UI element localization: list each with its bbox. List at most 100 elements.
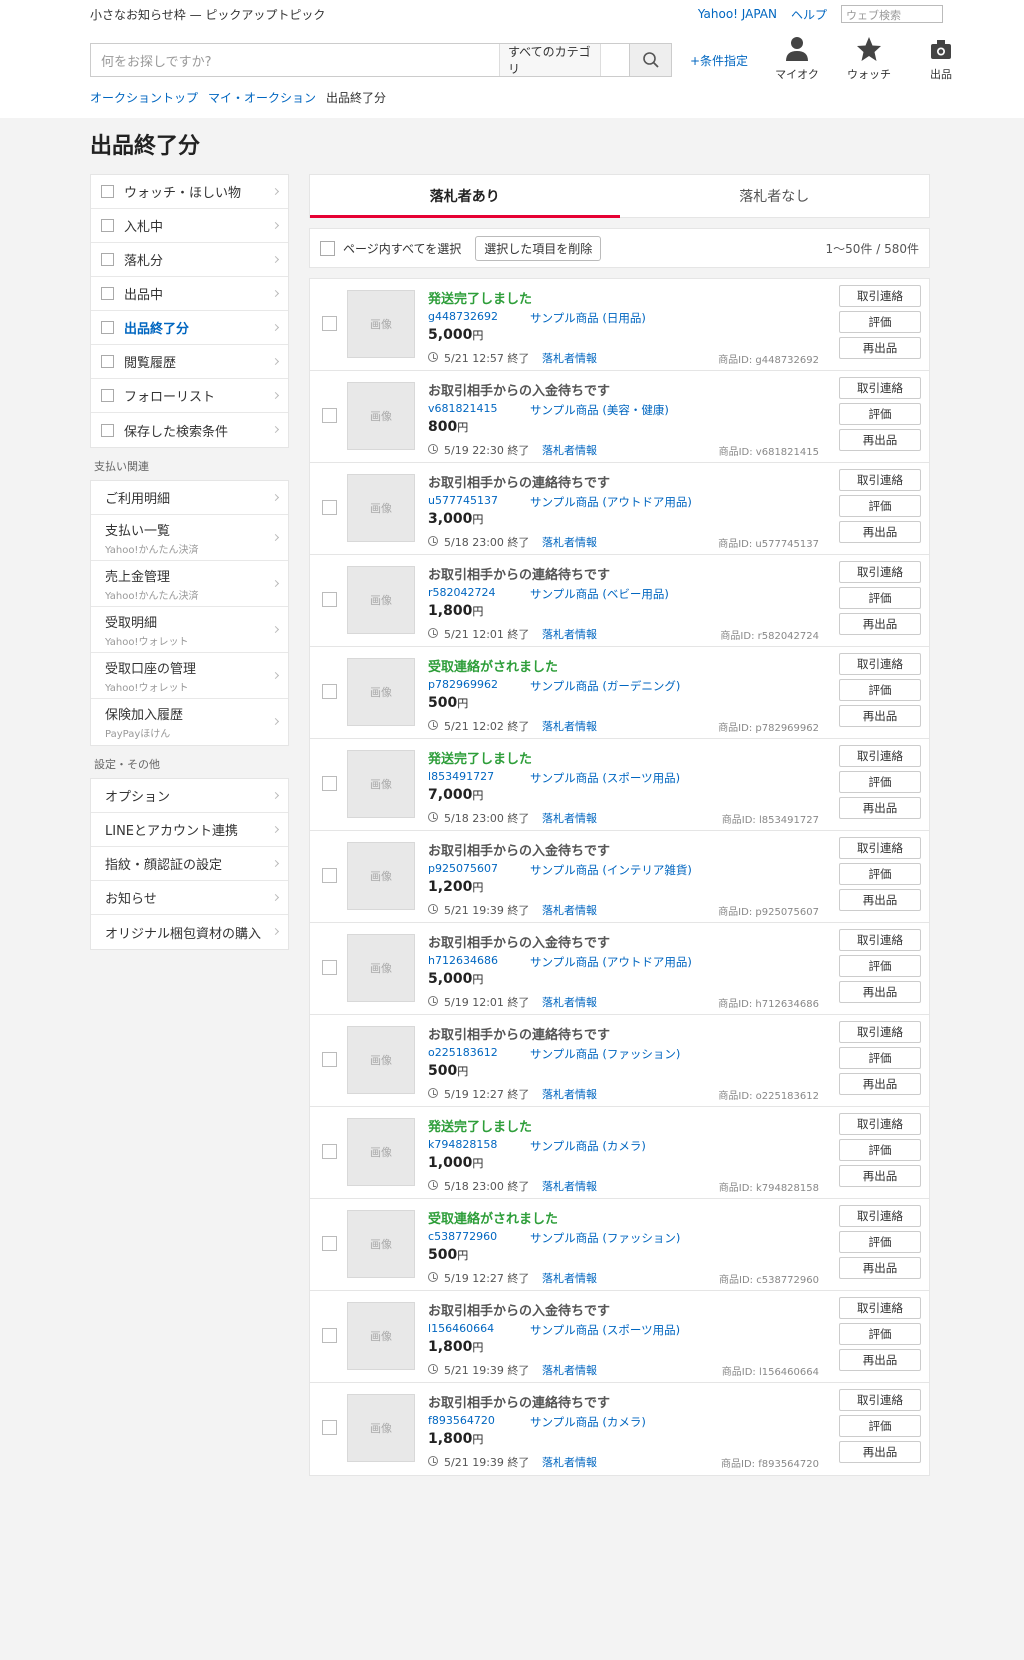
- product-name-link[interactable]: サンプル商品 (ファッション): [530, 1046, 680, 1062]
- auction-id-link[interactable]: l853491727: [428, 770, 494, 783]
- winner-info-link[interactable]: 落札者情報: [542, 1362, 597, 1378]
- rate-button[interactable]: 評価: [839, 403, 921, 425]
- auction-id-link[interactable]: p925075607: [428, 862, 498, 875]
- auction-id-link[interactable]: p782969962: [428, 678, 498, 691]
- auction-id-link[interactable]: u577745137: [428, 494, 498, 507]
- contact-button[interactable]: 取引連絡: [839, 1205, 921, 1227]
- sidebar-item-statement[interactable]: ご利用明細: [91, 481, 289, 515]
- auction-id-link[interactable]: c538772960: [428, 1230, 497, 1243]
- auction-id-link[interactable]: o225183612: [428, 1046, 498, 1059]
- sidebar-item-payments[interactable]: 支払い一覧 Yahoo!かんたん決済: [91, 515, 289, 561]
- contact-button[interactable]: 取引連絡: [839, 1021, 921, 1043]
- item-checkbox[interactable]: [322, 592, 338, 607]
- contact-button[interactable]: 取引連絡: [839, 1297, 921, 1319]
- item-checkbox[interactable]: [322, 408, 338, 423]
- relist-button[interactable]: 再出品: [839, 797, 921, 819]
- yahoo-japan-link[interactable]: Yahoo! JAPAN: [698, 7, 777, 21]
- item-checkbox[interactable]: [322, 960, 338, 975]
- auction-id-link[interactable]: l156460664: [428, 1322, 494, 1335]
- sidebar-item-sales[interactable]: 売上金管理 Yahoo!かんたん決済: [91, 561, 289, 607]
- auction-id-link[interactable]: h712634686: [428, 954, 498, 967]
- promo-text[interactable]: 小さなお知らせ枠 — ピックアップトピック: [90, 6, 325, 23]
- rate-button[interactable]: 評価: [839, 1231, 921, 1253]
- product-name-link[interactable]: サンプル商品 (美容・健康): [530, 402, 669, 418]
- breadcrumb-my-auction[interactable]: マイ・オークション: [208, 89, 316, 106]
- item-thumbnail[interactable]: 画像: [347, 566, 416, 634]
- item-checkbox[interactable]: [322, 776, 338, 791]
- item-thumbnail[interactable]: 画像: [347, 842, 416, 910]
- item-checkbox[interactable]: [322, 1420, 338, 1435]
- contact-button[interactable]: 取引連絡: [839, 377, 921, 399]
- product-name-link[interactable]: サンプル商品 (インテリア雑貨): [530, 862, 692, 878]
- contact-button[interactable]: 取引連絡: [839, 745, 921, 767]
- sidebar-item-watch[interactable]: ウォッチ・ほしい物: [91, 175, 289, 209]
- auction-id-link[interactable]: k794828158: [428, 1138, 497, 1151]
- product-name-link[interactable]: サンプル商品 (カメラ): [530, 1138, 646, 1154]
- sidebar-item-bidding[interactable]: 入札中: [91, 209, 289, 243]
- product-name-link[interactable]: サンプル商品 (ファッション): [530, 1230, 680, 1246]
- relist-button[interactable]: 再出品: [839, 1073, 921, 1095]
- select-all-label[interactable]: ページ内すべてを選択: [343, 240, 461, 257]
- item-checkbox[interactable]: [322, 1144, 338, 1159]
- sidebar-item-follow[interactable]: フォローリスト: [91, 379, 289, 413]
- item-thumbnail[interactable]: 画像: [347, 474, 416, 542]
- item-thumbnail[interactable]: 画像: [347, 658, 416, 726]
- item-checkbox[interactable]: [322, 868, 338, 883]
- winner-info-link[interactable]: 落札者情報: [542, 994, 597, 1010]
- item-checkbox[interactable]: [322, 1052, 338, 1067]
- item-thumbnail[interactable]: 画像: [347, 750, 416, 818]
- contact-button[interactable]: 取引連絡: [839, 837, 921, 859]
- auction-id-link[interactable]: r582042724: [428, 586, 496, 599]
- winner-info-link[interactable]: 落札者情報: [542, 810, 597, 826]
- item-checkbox[interactable]: [322, 1328, 338, 1343]
- contact-button[interactable]: 取引連絡: [839, 1389, 921, 1411]
- sidebar-item-bank-account[interactable]: 受取口座の管理 Yahoo!ウォレット: [91, 653, 289, 699]
- rate-button[interactable]: 評価: [839, 679, 921, 701]
- rate-button[interactable]: 評価: [839, 1047, 921, 1069]
- rate-button[interactable]: 評価: [839, 955, 921, 977]
- rate-button[interactable]: 評価: [839, 771, 921, 793]
- sidebar-item-packaging[interactable]: オリジナル梱包資材の購入: [91, 915, 289, 949]
- relist-button[interactable]: 再出品: [839, 889, 921, 911]
- winner-info-link[interactable]: 落札者情報: [542, 902, 597, 918]
- winner-info-link[interactable]: 落札者情報: [542, 1086, 597, 1102]
- sidebar-item-history[interactable]: 閲覧履歴: [91, 345, 289, 379]
- item-thumbnail[interactable]: 画像: [347, 1394, 416, 1462]
- sell-button[interactable]: 出品: [917, 36, 965, 82]
- winner-info-link[interactable]: 落札者情報: [542, 718, 597, 734]
- contact-button[interactable]: 取引連絡: [839, 561, 921, 583]
- product-name-link[interactable]: サンプル商品 (カメラ): [530, 1414, 646, 1430]
- contact-button[interactable]: 取引連絡: [839, 285, 921, 307]
- contact-button[interactable]: 取引連絡: [839, 1113, 921, 1135]
- web-search-input[interactable]: ウェブ検索: [841, 5, 943, 23]
- winner-info-link[interactable]: 落札者情報: [542, 442, 597, 458]
- rate-button[interactable]: 評価: [839, 1323, 921, 1345]
- rate-button[interactable]: 評価: [839, 1139, 921, 1161]
- product-name-link[interactable]: サンプル商品 (アウトドア用品): [530, 494, 692, 510]
- my-auction-button[interactable]: マイオク: [773, 36, 821, 82]
- item-thumbnail[interactable]: 画像: [347, 1302, 416, 1370]
- sidebar-item-saved-search[interactable]: 保存した検索条件: [91, 413, 289, 447]
- contact-button[interactable]: 取引連絡: [839, 653, 921, 675]
- relist-button[interactable]: 再出品: [839, 429, 921, 451]
- relist-button[interactable]: 再出品: [839, 1349, 921, 1371]
- relist-button[interactable]: 再出品: [839, 613, 921, 635]
- relist-button[interactable]: 再出品: [839, 981, 921, 1003]
- select-all-checkbox[interactable]: [320, 240, 336, 256]
- tab-with-winner[interactable]: 落札者あり: [310, 175, 621, 218]
- item-checkbox[interactable]: [322, 684, 338, 699]
- product-name-link[interactable]: サンプル商品 (アウトドア用品): [530, 954, 692, 970]
- tab-without-winner[interactable]: 落札者なし: [620, 175, 929, 217]
- item-thumbnail[interactable]: 画像: [347, 290, 416, 358]
- item-checkbox[interactable]: [322, 316, 338, 331]
- item-thumbnail[interactable]: 画像: [347, 382, 416, 450]
- winner-info-link[interactable]: 落札者情報: [542, 1178, 597, 1194]
- item-thumbnail[interactable]: 画像: [347, 934, 416, 1002]
- advanced-search-link[interactable]: +条件指定: [690, 52, 748, 69]
- category-select[interactable]: すべてのカテゴリ: [499, 44, 629, 76]
- item-thumbnail[interactable]: 画像: [347, 1026, 416, 1094]
- relist-button[interactable]: 再出品: [839, 1257, 921, 1279]
- search-input[interactable]: 何をお探しですか?: [91, 44, 499, 76]
- relist-button[interactable]: 再出品: [839, 1441, 921, 1463]
- search-button[interactable]: [629, 44, 671, 76]
